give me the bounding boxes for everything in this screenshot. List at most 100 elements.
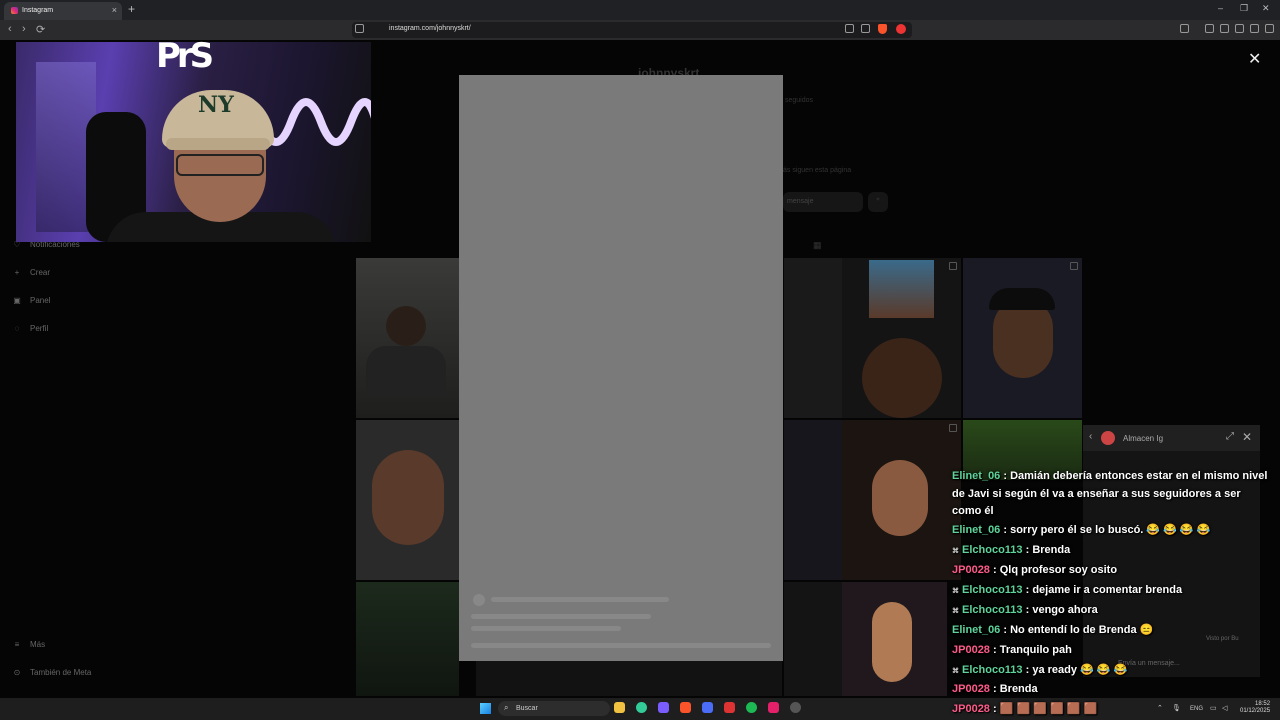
post-tile[interactable] [784,420,842,580]
window-close-icon[interactable]: ✕ [1262,3,1270,14]
tray-chevron-icon[interactable]: ⌃ [1157,704,1163,712]
sidebar-item-perfil[interactable]: ◌ Perfil [12,324,49,333]
file-explorer-icon[interactable] [614,702,625,713]
chat-text: Qlq profesor soy osito [999,564,1118,576]
language-indicator[interactable]: ENG [1190,706,1203,712]
sidebar-icon[interactable] [1205,24,1214,33]
post-tile[interactable] [476,660,782,696]
sidebar-item-label: Panel [30,296,51,305]
sidebar-item-meta[interactable]: ⊙ También de Meta [12,668,92,677]
post-tile[interactable] [356,420,459,580]
chat-message: Elinet_06 : sorry pero él se lo buscó. 😂… [952,524,1211,536]
wallet-icon[interactable] [1220,24,1229,33]
cap-logo: NY [198,92,234,118]
sidebar-item-crear[interactable]: + Crear [12,268,50,277]
post-modal-loading [459,75,783,661]
close-icon[interactable]: ✕ [1242,430,1252,444]
search-icon: ⌕ [504,703,509,712]
chat-username: Elinet_06 [952,624,1001,636]
add-person-icon[interactable]: ⁺ [868,192,888,212]
bookmark-icon[interactable] [355,24,364,33]
message-button[interactable]: mensaje [783,192,863,212]
new-tab-button[interactable]: + [128,2,135,16]
sidebar-item-mas[interactable]: ≡ Más [12,640,45,649]
tab-instagram[interactable]: Instagram × [4,2,122,20]
chat-text: Brenda [1032,544,1071,556]
chat-username: JP0028 [952,683,990,695]
obs-icon[interactable] [790,702,801,713]
post-tile[interactable] [963,258,1082,418]
clock-date: 01/12/2025 [1240,708,1271,714]
post-tile[interactable] [784,582,842,696]
chat-message: JP0028 : Brenda [952,683,1038,695]
browser-tabbar: Instagram × + – ❐ ✕ [0,0,1280,20]
microphone-icon[interactable]: 🎙 [1172,704,1181,712]
taskbar-clock[interactable]: 18:52 01/12/2025 [1240,701,1270,715]
instagram-favicon-icon [11,7,18,14]
volume-icon[interactable]: ◁ [1222,704,1227,712]
maximize-icon[interactable]: ❐ [1240,3,1248,14]
skeleton-line [471,643,771,648]
skeleton-line [471,626,621,631]
post-tile[interactable] [784,258,842,418]
forward-icon[interactable]: › [22,23,26,35]
dashboard-icon: ▣ [13,296,21,305]
calendar-icon[interactable] [724,702,735,713]
url-text[interactable]: instagram.com/johnnyskrt/ [389,25,471,32]
minimize-icon[interactable]: – [1218,3,1223,13]
share-icon[interactable] [861,24,870,33]
windows-start-icon[interactable] [480,703,491,714]
skeleton-line [471,614,651,619]
brave-rewards-icon[interactable] [896,24,906,34]
menu-icon: ≡ [14,640,20,649]
post-tile[interactable] [356,258,459,418]
modal-close-icon[interactable]: ✕ [1248,49,1261,69]
tiktok-icon[interactable] [768,702,779,713]
chat-message: JP0028 : Tranquilo pah [952,644,1072,656]
spotify-icon[interactable] [746,702,757,713]
sidebar-item-label: Crear [30,268,51,277]
posts-grid-icon[interactable]: ▦ [813,240,822,251]
screen-icon[interactable] [845,24,854,33]
tab-title: Instagram [22,7,54,14]
app-icon[interactable] [658,702,669,713]
app-icon[interactable] [702,702,713,713]
meta-icon: ⊙ [13,668,21,677]
reload-icon[interactable]: ⟳ [36,23,45,36]
profile-icon: ◌ [14,324,20,333]
chrome-icon[interactable] [636,702,647,713]
post-tile[interactable] [842,582,947,696]
sidebar-item-panel[interactable]: ▣ Panel [12,296,50,305]
skeleton-avatar [473,594,485,606]
chat-text: No entendí lo de Brenda 😑 [1010,624,1154,636]
carousel-icon [949,262,957,270]
chat-username: Elinet_06 [952,470,1001,482]
back-icon[interactable]: ‹ [8,23,12,35]
glasses [176,154,264,176]
post-tile[interactable] [842,420,961,580]
chat-text: Damián debería entonces estar en el mism… [952,470,1268,517]
expand-icon[interactable]: ⤢ [1226,431,1234,442]
sidebar-item-label: También de Meta [30,668,92,677]
back-icon[interactable]: ‹ [1089,431,1092,442]
extension-icon[interactable] [1180,24,1189,33]
vpn-icon[interactable] [1250,24,1259,33]
network-icon[interactable]: ▭ [1210,704,1217,712]
carousel-icon [1070,262,1078,270]
tab-close-icon[interactable]: × [112,5,117,15]
chat-message: ⌘ Elchoco113 : ya ready 😂 😂 😂 [952,662,1270,681]
menu-icon[interactable] [1265,24,1274,33]
dm-panel-header: ‹ Almacen Ig ⤢ ✕ [1083,425,1260,451]
leo-icon[interactable] [1235,24,1244,33]
chat-username: JP0028 [952,644,990,656]
taskbar-search[interactable]: ⌕ Buscar [498,701,610,716]
brave-icon[interactable] [680,702,691,713]
chat-text: vengo ahora [1032,604,1098,616]
brave-shield-icon[interactable] [878,24,887,34]
post-tile[interactable] [842,258,961,418]
post-tile[interactable] [356,582,459,696]
avatar [1101,431,1115,445]
channel-logo: PrS [156,36,214,76]
chat-username: Elchoco113 [962,584,1023,596]
following-label[interactable]: seguidos [785,97,813,104]
